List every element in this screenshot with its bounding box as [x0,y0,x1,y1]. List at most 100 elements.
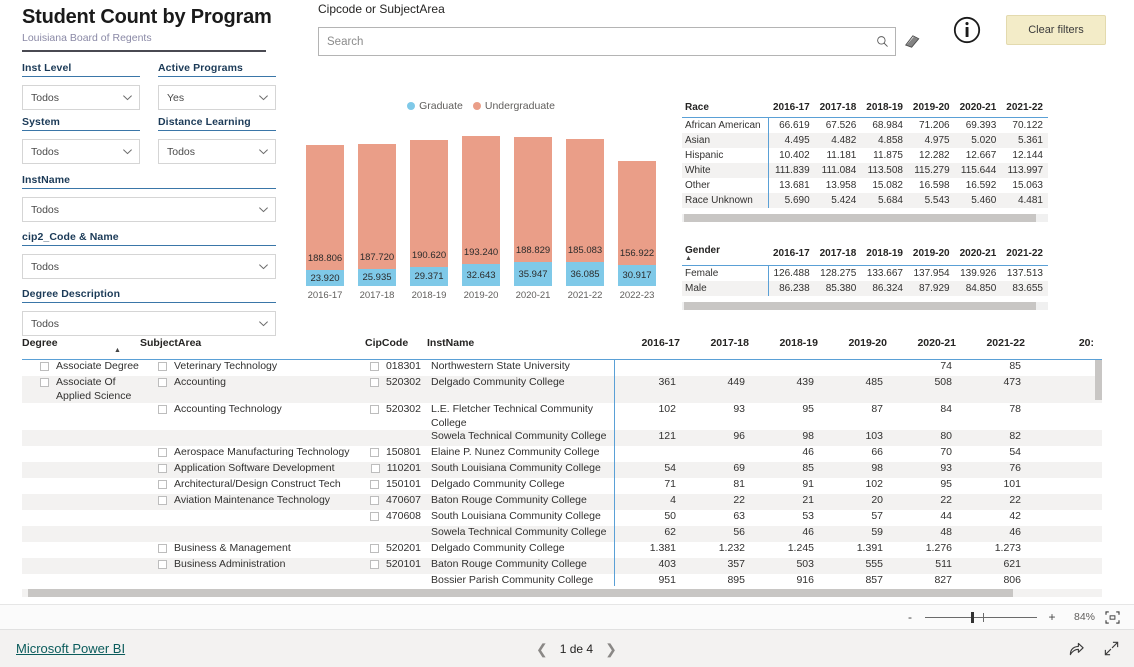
matrix-column-header[interactable]: 2019-20 [907,243,955,266]
chevron-down-icon[interactable] [258,204,269,215]
cell-subjectarea[interactable]: Business Administration [140,558,365,574]
slicer-inst-level[interactable]: Inst Level Todos [22,62,140,110]
grid-header-year[interactable]: 2020-21 [891,336,960,359]
slicer-distance-learning[interactable]: Distance Learning Todos [158,116,276,164]
bar-column[interactable]: 188.806 23.920 [306,130,344,286]
cell-degree[interactable] [22,446,140,462]
cell-degree[interactable] [22,478,140,494]
cell-cipcode[interactable] [365,526,427,542]
bar-column[interactable]: 193.240 32.643 [462,130,500,286]
bar-column[interactable]: 185.083 36.085 [566,130,604,286]
chevron-left-icon[interactable]: ❮ [536,642,548,656]
cell-subjectarea[interactable]: Application Software Development [140,462,365,478]
cell-degree[interactable] [22,574,140,586]
matrix-column-header[interactable]: 2018-19 [861,100,908,118]
detail-grid-header[interactable]: Degree SubjectArea ▲ CipCode InstName 2016-17… [22,336,1102,360]
bar-segment-undergraduate[interactable]: 185.083 [566,139,604,263]
row-checkbox[interactable] [369,405,379,414]
bar-segment-graduate[interactable]: 25.935 [358,268,396,286]
bar-segment-undergraduate[interactable]: 188.829 [514,136,552,263]
cell-cipcode[interactable] [365,430,427,446]
cell-cipcode[interactable]: 520302 [365,376,427,403]
row-checkbox[interactable] [158,405,167,414]
cell-degree[interactable] [22,462,140,478]
powerbi-brand-link[interactable]: Microsoft Power BI [16,641,125,656]
row-checkbox[interactable] [158,378,167,387]
matrix-column-header[interactable]: 2021-22 [1001,243,1048,266]
grid-header-instname[interactable]: InstName [427,336,615,359]
cell-subjectarea[interactable]: Aerospace Manufacturing Technology [140,446,365,462]
row-checkbox[interactable] [369,544,379,553]
chart-plot-area[interactable]: 188.806 23.920 187.720 25.935 190.620 29.371 1… [296,130,666,286]
matrix-column-header[interactable]: 2017-18 [814,100,862,118]
detail-grid-body[interactable]: Associate Degree Veterinary Technology 018… [22,360,1102,586]
info-icon[interactable] [953,16,981,44]
grid-header-subjectarea[interactable]: SubjectArea ▲ [114,336,365,359]
bar-segment-undergraduate[interactable]: 187.720 [358,144,396,269]
table-row[interactable]: 470608 South Louisiana Community College 5… [22,510,1102,526]
clear-filters-button[interactable]: Clear filters [1006,15,1106,45]
table-row[interactable]: Associate Degree Veterinary Technology 018… [22,360,1102,376]
chevron-right-icon[interactable]: ❯ [605,642,617,656]
cell-subjectarea[interactable] [140,510,365,526]
cell-cipcode[interactable]: 018301 [365,360,427,376]
chevron-down-icon[interactable] [258,261,269,272]
slicer-active-programs[interactable]: Active Programs Yes [158,62,276,110]
cell-cipcode[interactable] [365,574,427,586]
row-checkbox[interactable] [369,448,379,457]
slicer-degree-description[interactable]: Degree Description Todos [22,288,276,336]
cell-cipcode[interactable]: 520302 [365,403,427,430]
chevron-down-icon[interactable] [258,92,269,103]
matrix-column-header[interactable]: 2020-21 [954,243,1002,266]
bar-segment-undergraduate[interactable]: 156.922 [618,161,656,266]
search-box[interactable] [318,27,896,56]
zoom-slider[interactable] [925,611,1037,623]
cell-degree[interactable]: Associate Degree [22,360,140,376]
table-row[interactable]: Sowela Technical Community College 62 56 46… [22,526,1102,542]
matrix-row[interactable]: Male 86.238 85.380 86.324 87.929 84.850 83.655 [682,281,1048,296]
legend-item-graduate[interactable]: Graduate [407,100,463,112]
matrix-column-header[interactable]: 2018-19 [861,243,908,266]
cell-degree[interactable] [22,494,140,510]
cell-subjectarea[interactable]: Business & Management [140,542,365,558]
row-checkbox[interactable] [40,362,49,371]
row-checkbox[interactable] [369,362,379,371]
bar-column[interactable]: 156.922 30.917 [618,130,656,286]
cell-degree[interactable] [22,510,140,526]
row-checkbox[interactable] [369,512,379,521]
detail-grid[interactable]: Degree SubjectArea ▲ CipCode InstName 2016-17… [22,336,1102,596]
slicer-dropdown[interactable]: Todos [22,85,140,110]
cell-subjectarea[interactable]: Veterinary Technology [140,360,365,376]
zoom-slider-thumb[interactable] [971,611,974,623]
row-checkbox[interactable] [158,544,167,553]
bar-segment-graduate[interactable]: 30.917 [618,265,656,286]
cell-cipcode[interactable]: 470608 [365,510,427,526]
cell-cipcode[interactable]: 150101 [365,478,427,494]
matrix-row[interactable]: Race Unknown 5.690 5.424 5.684 5.543 5.460 4.4… [682,193,1048,208]
slicer-dropdown[interactable]: Todos [22,311,276,336]
row-checkbox[interactable] [369,560,379,569]
table-row[interactable]: Sowela Technical Community College 121 96 9… [22,430,1102,446]
slicer-dropdown[interactable]: Yes [158,85,276,110]
matrix-column-header[interactable]: 2021-22 [1001,100,1048,118]
table-row[interactable]: Application Software Development 110201 So… [22,462,1102,478]
matrix-row[interactable]: Hispanic 10.402 11.181 11.875 12.282 12.667 12… [682,148,1048,163]
grid-header-year[interactable]: 2016-17 [615,336,684,359]
bar-segment-graduate[interactable]: 23.920 [306,270,344,286]
chevron-down-icon[interactable] [122,146,133,157]
cell-cipcode[interactable]: 470607 [365,494,427,510]
row-checkbox[interactable] [158,362,167,371]
slicer-dropdown[interactable]: Todos [22,197,276,222]
zoom-in-button[interactable]: + [1047,610,1057,624]
matrix-row[interactable]: African American 66.619 67.526 68.984 71.206… [682,117,1048,133]
cell-cipcode[interactable]: 150801 [365,446,427,462]
matrix-column-header[interactable]: 2020-21 [954,100,1002,118]
fullscreen-icon[interactable] [1103,640,1120,657]
eraser-icon[interactable] [903,33,921,49]
cell-subjectarea[interactable] [140,430,365,446]
detail-grid-hscrollbar[interactable] [22,589,1102,597]
table-row[interactable]: Associate Of Applied Science Accounting 52… [22,376,1102,403]
matrix-row[interactable]: White 111.839 111.084 113.508 115.279 115.644… [682,163,1048,178]
row-checkbox[interactable] [158,480,167,489]
cell-cipcode[interactable]: 110201 [365,462,427,478]
